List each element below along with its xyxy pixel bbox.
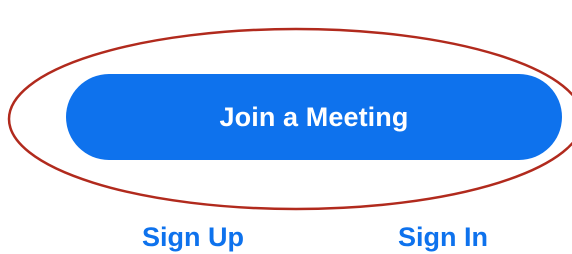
zoom-welcome-screen: Join a Meeting Sign Up Sign In bbox=[0, 0, 572, 253]
join-meeting-button[interactable]: Join a Meeting bbox=[66, 74, 562, 160]
sign-up-link[interactable]: Sign Up bbox=[142, 220, 244, 254]
join-meeting-button-label: Join a Meeting bbox=[219, 101, 409, 132]
sign-in-link[interactable]: Sign In bbox=[398, 220, 488, 254]
